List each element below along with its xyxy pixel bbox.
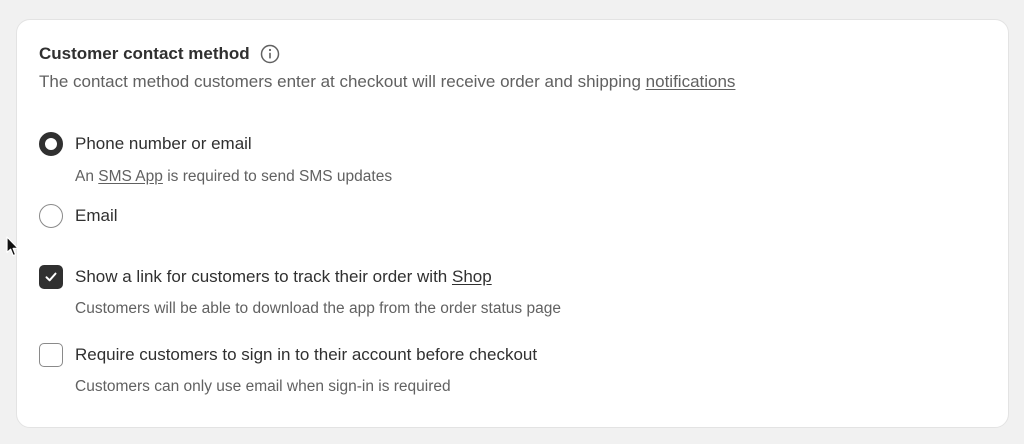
shop-tracking-label-text[interactable]: Show a link for customers to track their… [75, 267, 452, 286]
require-sign-in-help-text: Customers can only use email when sign-i… [75, 378, 451, 395]
phone-or-email-help-text: An SMS App is required to send SMS updat… [75, 168, 392, 186]
radio-label-phone-or-email[interactable]: Phone number or email [75, 134, 252, 154]
sms-app-link[interactable]: SMS App [98, 168, 163, 185]
radio-option-email[interactable]: Email [39, 204, 118, 228]
help-text-prefix: An [75, 168, 99, 185]
section-title: Customer contact method [39, 44, 250, 63]
checkbox-option-require-sign-in[interactable]: Require customers to sign in to their ac… [39, 343, 537, 367]
shop-link[interactable]: Shop [452, 267, 492, 286]
checkbox-label-shop-tracking[interactable]: Show a link for customers to track their… [75, 267, 492, 287]
checkbox-option-shop-tracking[interactable]: Show a link for customers to track their… [39, 265, 492, 289]
shop-tracking-help-text: Customers will be able to download the a… [75, 300, 561, 317]
radio-button-phone-or-email[interactable] [39, 132, 63, 156]
section-header: Customer contact method [39, 44, 280, 64]
checkmark-icon [45, 272, 57, 282]
radio-option-phone-or-email[interactable]: Phone number or email [39, 132, 252, 156]
info-icon[interactable] [260, 44, 280, 64]
checkbox-shop-tracking[interactable] [39, 265, 63, 289]
contact-method-card: Customer contact method The contact meth… [16, 19, 1009, 428]
radio-label-email[interactable]: Email [75, 206, 118, 226]
section-description-text: The contact method customers enter at ch… [39, 72, 646, 91]
notifications-link[interactable]: notifications [646, 72, 736, 91]
mouse-pointer-icon [6, 236, 20, 258]
help-text-suffix: is required to send SMS updates [162, 168, 393, 185]
checkbox-require-sign-in[interactable] [39, 343, 63, 367]
radio-button-email[interactable] [39, 204, 63, 228]
checkbox-label-require-sign-in[interactable]: Require customers to sign in to their ac… [75, 345, 537, 365]
section-description: The contact method customers enter at ch… [39, 72, 735, 92]
